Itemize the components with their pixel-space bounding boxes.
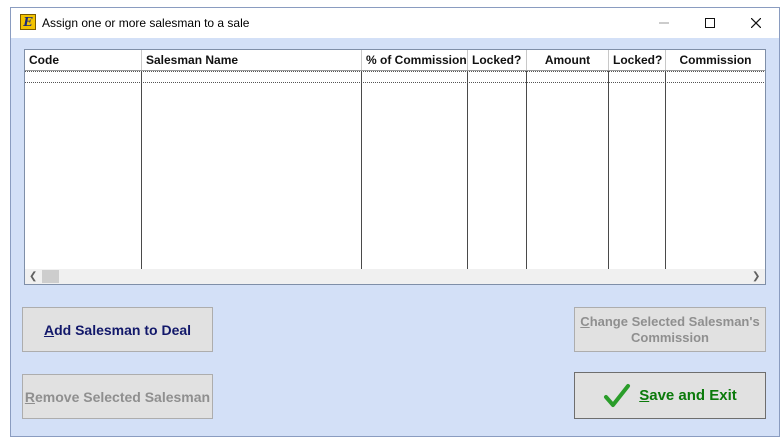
window-title: Assign one or more salesman to a sale xyxy=(42,16,250,30)
remove-salesman-button[interactable]: Remove Selected Salesman xyxy=(22,374,213,419)
minimize-icon xyxy=(659,22,669,24)
column-header-code[interactable]: Code xyxy=(25,50,142,70)
scroll-thumb[interactable] xyxy=(42,270,59,283)
close-icon xyxy=(751,18,761,28)
column-divider xyxy=(467,71,468,269)
scroll-right-icon[interactable]: ❯ xyxy=(752,271,760,282)
salesman-grid[interactable]: Code Salesman Name % of Commission Locke… xyxy=(24,49,766,285)
column-divider xyxy=(526,71,527,269)
column-header-salesman-name[interactable]: Salesman Name xyxy=(142,50,362,70)
button-label: ave and Exit xyxy=(649,387,737,404)
title-bar[interactable]: E Assign one or more salesman to a sale xyxy=(11,8,779,38)
column-header-locked-2[interactable]: Locked? xyxy=(609,50,666,70)
maximize-icon xyxy=(705,18,715,28)
close-button[interactable] xyxy=(733,8,779,38)
button-label-line2: Commission xyxy=(630,329,709,345)
column-header-locked-1[interactable]: Locked? xyxy=(468,50,527,70)
column-divider xyxy=(361,71,362,269)
scroll-left-icon[interactable]: ❮ xyxy=(29,271,37,282)
change-commission-button[interactable]: Change Selected Salesman's Commission xyxy=(574,307,766,352)
app-icon: E xyxy=(20,14,36,30)
column-header-percent-commission[interactable]: % of Commission xyxy=(362,50,468,70)
column-divider xyxy=(141,71,142,269)
button-label: emove Selected Salesman xyxy=(35,388,211,405)
column-header-amount[interactable]: Amount xyxy=(527,50,609,70)
column-divider xyxy=(608,71,609,269)
column-divider xyxy=(665,71,666,269)
button-label-line1: hange Selected Salesman's xyxy=(589,313,760,329)
access-key: R xyxy=(24,388,35,405)
checkmark-icon xyxy=(604,383,631,407)
maximize-button[interactable] xyxy=(687,8,733,38)
column-header-commission[interactable]: Commission xyxy=(666,50,765,70)
new-row-placeholder[interactable] xyxy=(25,71,764,83)
horizontal-scrollbar[interactable]: ❮ ❯ xyxy=(25,269,765,284)
add-salesman-button[interactable]: Add Salesman to Deal xyxy=(22,307,213,352)
access-key: C xyxy=(580,313,590,329)
access-key: S xyxy=(639,387,650,404)
button-label: dd Salesman to Deal xyxy=(54,321,192,338)
minimize-button[interactable] xyxy=(641,8,687,38)
dialog-window: E Assign one or more salesman to a sale … xyxy=(10,7,780,437)
access-key: A xyxy=(43,321,55,338)
save-and-exit-button[interactable]: Save and Exit xyxy=(574,372,766,419)
grid-header: Code Salesman Name % of Commission Locke… xyxy=(25,50,765,71)
